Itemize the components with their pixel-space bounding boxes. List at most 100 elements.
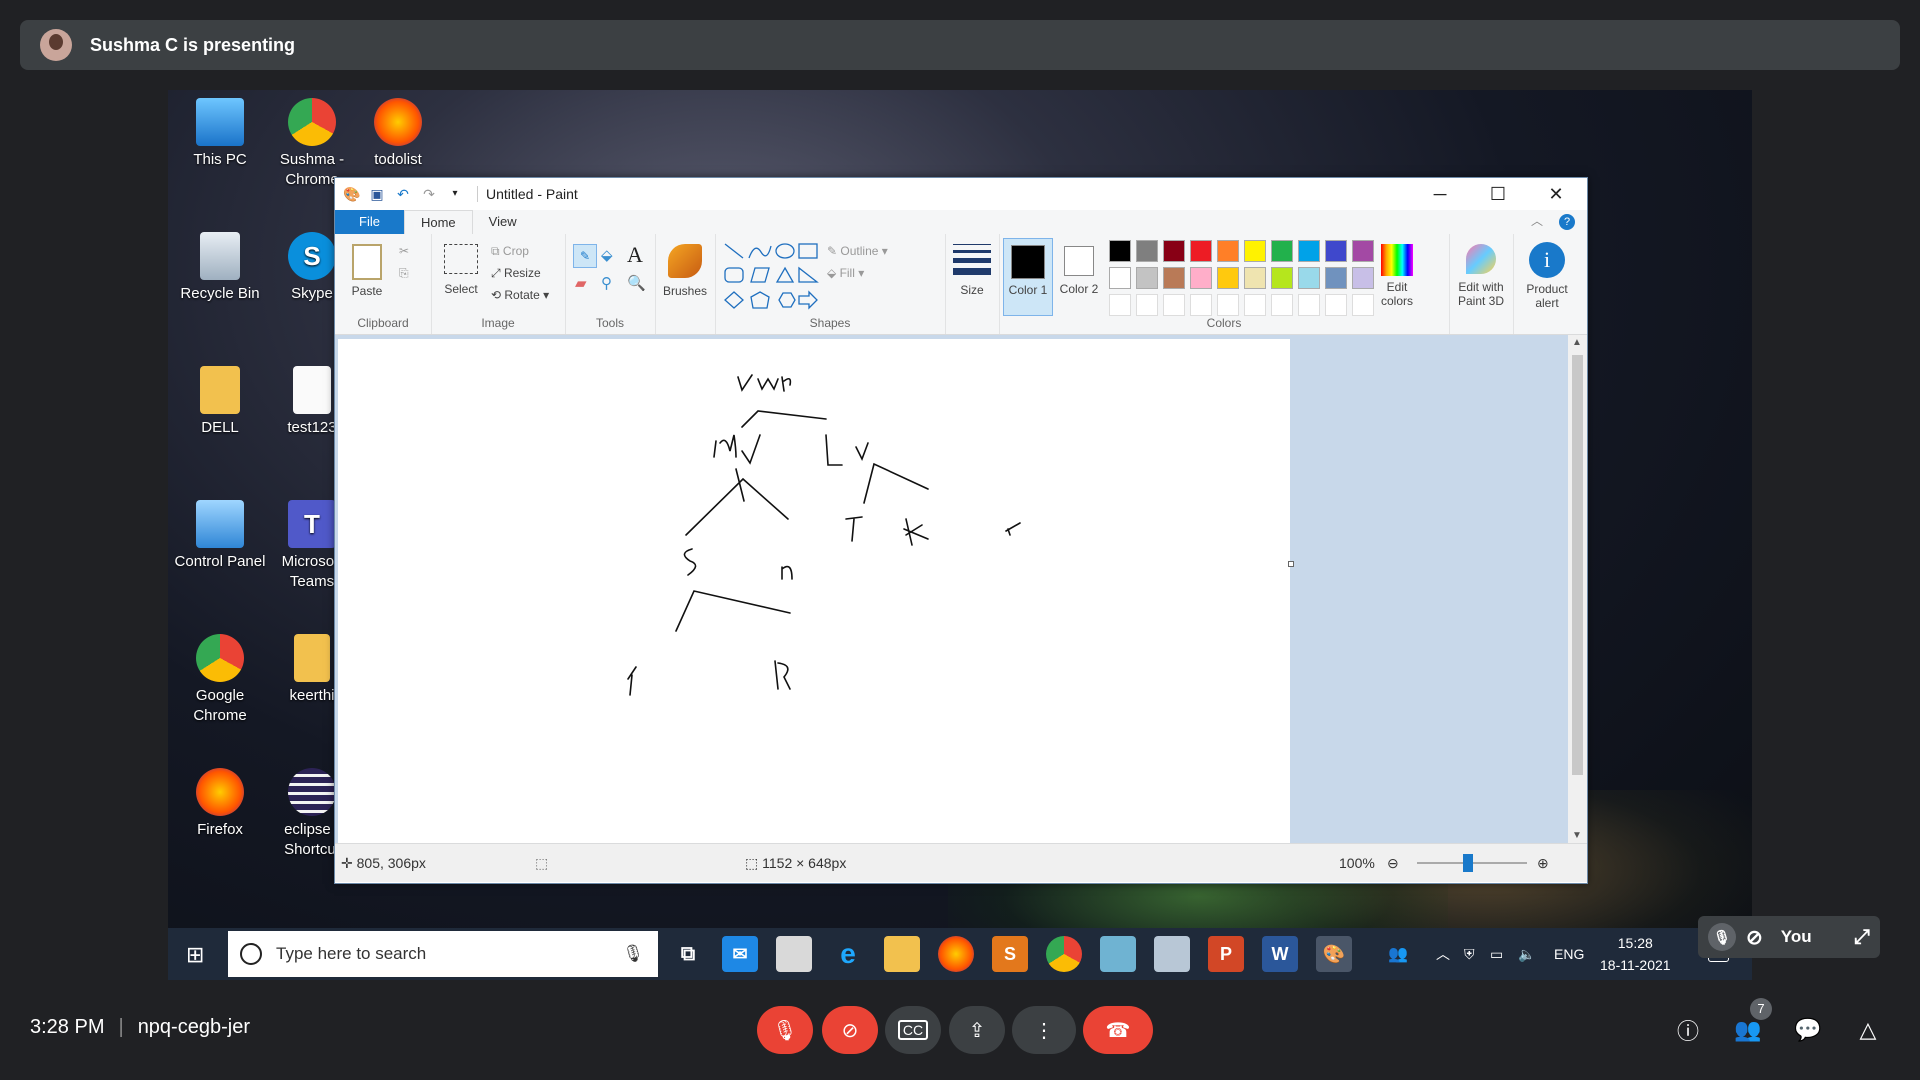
palette-swatch[interactable] [1217, 267, 1239, 289]
palette-swatch[interactable] [1163, 240, 1185, 262]
captions-button[interactable]: CC [885, 1006, 941, 1054]
firefox-taskbar-icon[interactable] [938, 936, 974, 972]
notepad-icon[interactable] [1100, 936, 1136, 972]
desktop-icon-google-chrome[interactable]: Google Chrome [174, 634, 266, 726]
color-picker-icon[interactable]: ⚲ [601, 274, 612, 292]
minimize-button[interactable]: ─ [1411, 178, 1469, 210]
language-indicator[interactable]: ENG [1554, 928, 1584, 980]
color2-button[interactable]: Color 2 [1057, 238, 1101, 296]
pencil-icon[interactable]: ✎ [573, 244, 597, 268]
customize-qa-icon[interactable]: ▾ [447, 186, 463, 202]
battery-icon[interactable]: ▭ [1490, 928, 1503, 980]
palette-swatch[interactable] [1325, 240, 1347, 262]
eraser-icon[interactable]: ▰ [575, 274, 587, 292]
desktop-icon-todolist[interactable]: todolist [352, 98, 444, 170]
tab-home[interactable]: Home [403, 210, 473, 234]
close-button[interactable]: ✕ [1527, 178, 1585, 210]
magnifier-icon[interactable]: 🔍 [627, 274, 646, 292]
palette-swatch[interactable] [1325, 267, 1347, 289]
maximize-button[interactable]: ☐ [1469, 178, 1527, 210]
palette-swatch[interactable] [1109, 240, 1131, 262]
activities-button[interactable]: △ [1850, 1012, 1886, 1048]
palette-swatch[interactable] [1217, 240, 1239, 262]
meeting-details-button[interactable]: ⓘ [1670, 1012, 1706, 1048]
tab-file[interactable]: File [335, 210, 404, 234]
palette-swatch[interactable] [1136, 267, 1158, 289]
save-icon[interactable]: ▣ [369, 186, 385, 202]
scroll-up-icon[interactable]: ▲ [1572, 337, 1582, 348]
fill-button[interactable]: ⬙ Fill ▾ [827, 266, 864, 280]
camera-toggle-button[interactable]: ⊘ [822, 1006, 878, 1054]
custom-color-slot[interactable] [1109, 294, 1131, 316]
sublime-text-icon[interactable]: S [992, 936, 1028, 972]
copy-icon[interactable]: ⎘ [399, 266, 409, 281]
tab-view[interactable]: View [473, 210, 533, 234]
collapse-ribbon-icon[interactable]: ︿ [1531, 212, 1543, 229]
palette-swatch[interactable] [1271, 267, 1293, 289]
file-explorer-icon[interactable] [884, 936, 920, 972]
color1-button[interactable]: Color 1 [1003, 238, 1053, 316]
cut-icon[interactable]: ✂ [399, 244, 409, 258]
clock[interactable]: 15:28 18-11-2021 [1600, 928, 1671, 980]
edit-colors-button[interactable]: Edit colors [1375, 244, 1419, 308]
vertical-scrollbar[interactable]: ▲ ▼ [1568, 335, 1587, 843]
participants-button[interactable]: 👥 7 [1730, 998, 1772, 1048]
palette-swatch[interactable] [1190, 240, 1212, 262]
desktop-icon-firefox[interactable]: Firefox [174, 768, 266, 840]
custom-color-slot[interactable] [1190, 294, 1212, 316]
chat-button[interactable]: 💬 [1790, 1012, 1826, 1048]
palette-swatch[interactable] [1163, 267, 1185, 289]
volume-icon[interactable]: 🔈 [1518, 928, 1535, 980]
canvas-resize-handle[interactable] [1288, 561, 1294, 567]
present-now-button[interactable]: ⇪ [949, 1006, 1005, 1054]
palette-swatch[interactable] [1298, 240, 1320, 262]
microphone-icon[interactable]: 🎙 [622, 944, 644, 964]
chrome-taskbar-icon[interactable] [1046, 936, 1082, 972]
palette-swatch[interactable] [1244, 240, 1266, 262]
mic-toggle-button[interactable]: 🎙 [757, 1006, 813, 1054]
desktop-icon-control-panel[interactable]: Control Panel [174, 500, 266, 572]
rotate-button[interactable]: ⟲ Rotate ▾ [491, 288, 549, 302]
people-icon[interactable]: 👥 [1388, 928, 1408, 980]
custom-color-slot[interactable] [1325, 294, 1347, 316]
mail-icon[interactable]: ✉ [722, 936, 758, 972]
palette-swatch[interactable] [1271, 240, 1293, 262]
drawing-canvas[interactable] [338, 339, 1290, 843]
windows-start-icon[interactable]: ⊞ [186, 942, 204, 968]
palette-swatch[interactable] [1136, 240, 1158, 262]
paste-button[interactable]: Paste [347, 244, 387, 298]
resize-button[interactable]: ⤢ Resize [491, 266, 541, 281]
select-button[interactable]: Select [441, 244, 481, 296]
redo-icon[interactable]: ↷ [421, 186, 437, 202]
scroll-down-icon[interactable]: ▼ [1572, 830, 1582, 841]
text-icon[interactable]: A [627, 242, 643, 268]
custom-color-slot[interactable] [1298, 294, 1320, 316]
product-alert-button[interactable]: i Product alert [1519, 242, 1575, 310]
scroll-thumb[interactable] [1572, 355, 1583, 775]
security-icon[interactable]: ⛨ [1464, 928, 1475, 980]
shapes-gallery[interactable] [723, 240, 827, 312]
undo-icon[interactable]: ↶ [395, 186, 411, 202]
palette-swatch[interactable] [1352, 240, 1374, 262]
show-hidden-icons[interactable]: ︿ [1436, 928, 1450, 980]
zoom-slider-thumb[interactable] [1463, 854, 1473, 872]
expand-icon[interactable]: ⤢ [1854, 926, 1870, 949]
leave-call-button[interactable]: ☎ [1083, 1006, 1153, 1054]
desktop-icon-this-pc[interactable]: This PC [174, 98, 266, 170]
snipping-tool-icon[interactable] [1154, 936, 1190, 972]
crop-button[interactable]: ⧉ Crop [491, 244, 529, 259]
edit-with-paint3d-button[interactable]: Edit with Paint 3D [1453, 244, 1509, 308]
zoom-out-icon[interactable]: ⊖ [1387, 844, 1399, 882]
palette-swatch[interactable] [1298, 267, 1320, 289]
fill-bucket-icon[interactable]: ⬙ [601, 246, 613, 264]
desktop-icon-dell[interactable]: DELL [174, 366, 266, 438]
more-options-button[interactable]: ⋮ [1012, 1006, 1076, 1054]
palette-swatch[interactable] [1352, 267, 1374, 289]
palette-swatch[interactable] [1109, 267, 1131, 289]
brushes-button[interactable]: Brushes [661, 244, 709, 298]
custom-color-slot[interactable] [1244, 294, 1266, 316]
paint-taskbar-icon[interactable]: 🎨 [1316, 936, 1352, 972]
help-icon[interactable]: ? [1559, 214, 1575, 230]
custom-color-slot[interactable] [1352, 294, 1374, 316]
palette-swatch[interactable] [1190, 267, 1212, 289]
